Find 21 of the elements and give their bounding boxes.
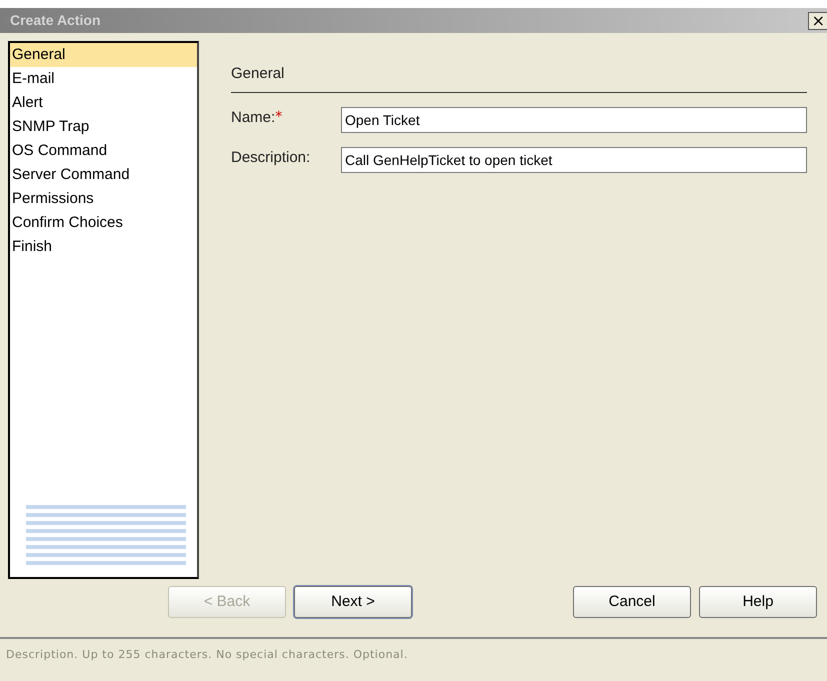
step-item[interactable]: General (10, 43, 197, 67)
step-item[interactable]: SNMP Trap (10, 115, 197, 139)
step-item[interactable]: Confirm Choices (10, 211, 197, 235)
window-title: Create Action (10, 11, 101, 30)
step-item[interactable]: Finish (10, 235, 197, 259)
button[interactable]: Cancel (573, 586, 691, 618)
step-item[interactable]: E-mail (10, 67, 197, 91)
step-item[interactable]: Server Command (10, 163, 197, 187)
close-button[interactable]: × (808, 12, 827, 30)
status-text: Description. Up to 255 characters. No special characters. Optional. (6, 646, 408, 663)
text-field[interactable]: Call GenHelpTicket to open ticket (341, 146, 807, 172)
button[interactable]: Help (699, 586, 817, 618)
section-title: General (231, 63, 807, 92)
field-label: Name: (231, 108, 276, 128)
step-item[interactable]: Permissions (10, 187, 197, 211)
button[interactable]: Next > (294, 586, 412, 618)
required-mark: * (275, 108, 282, 126)
field-label: Description: (231, 148, 310, 168)
step-item[interactable]: OS Command (10, 139, 197, 163)
text-field[interactable]: Open Ticket (341, 106, 807, 132)
step-item[interactable]: Alert (10, 91, 197, 115)
